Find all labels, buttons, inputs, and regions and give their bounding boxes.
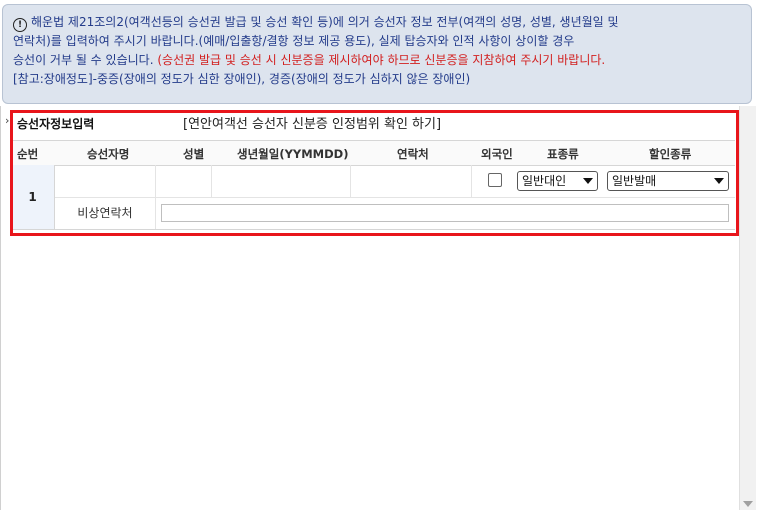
notice-line-4: [참고:장애정도]-중증(장애의 정도가 심한 장애인), 경증(장애의 정도가… [13,72,471,86]
alert-circle-icon: ! [13,18,27,32]
notice-line-2: 연락처)를 입력하여 주시기 바랍니다.(예매/입출항/결항 정보 제공 용도)… [13,34,575,48]
chevron-right-icon[interactable]: › [5,114,9,127]
vertical-scrollbar[interactable] [739,106,756,510]
notice-box: ! 해운법 제21조의2(여객선등의 승선권 발급 및 승선 확인 등)에 의거 … [2,4,752,104]
notice-line-3: 승선이 거부 될 수 있습니다. (승선권 발급 및 승선 시 신분증을 제시하… [13,53,606,67]
notice-line-1: ! 해운법 제21조의2(여객선등의 승선권 발급 및 승선 확인 등)에 의거 … [13,13,741,32]
highlight-frame [10,110,739,236]
scroll-down-arrow-icon[interactable] [743,501,753,507]
notice-warning-text: (승선권 발급 및 승선 시 신분증을 제시하여야 하므로 신분증을 지참하여 … [157,53,606,67]
